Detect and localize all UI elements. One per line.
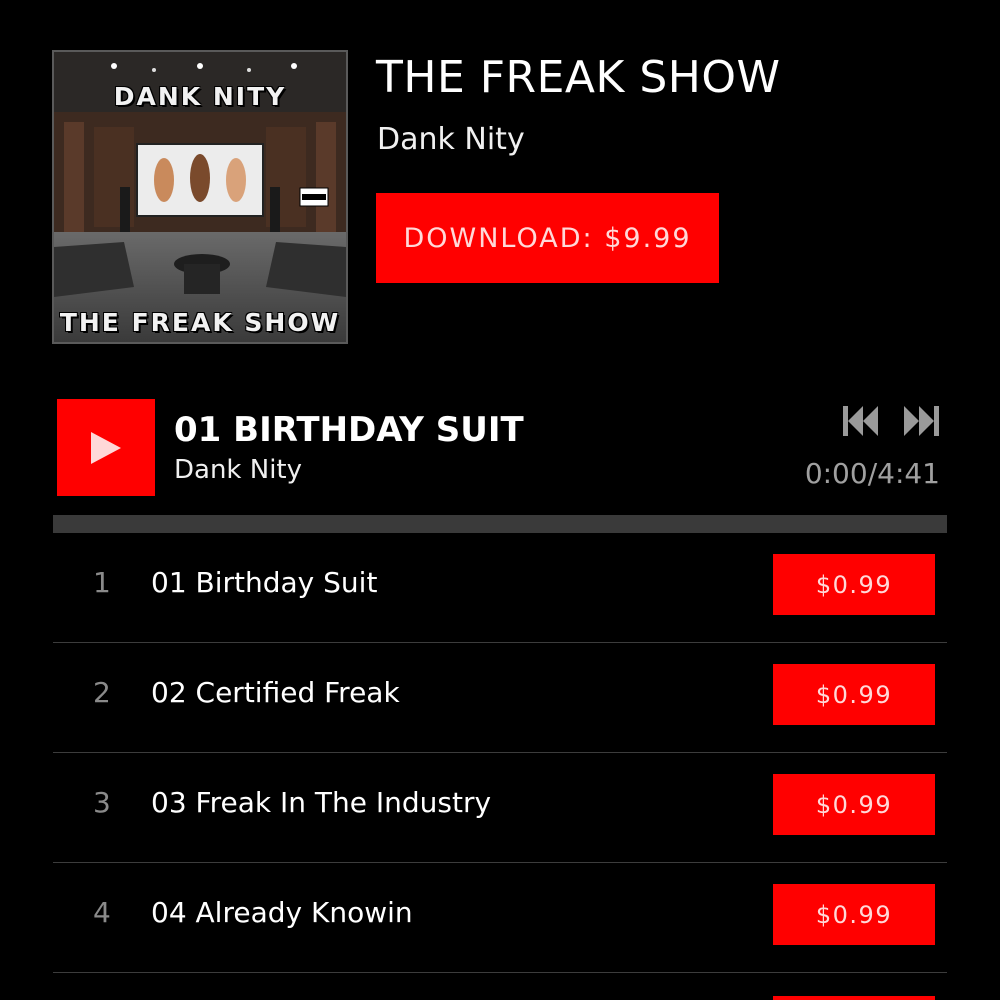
buy-track-button-partial[interactable] (773, 996, 935, 1000)
track-number: 3 (93, 786, 111, 819)
cover-artist-text: DANK NITY (113, 82, 287, 111)
track-number: 4 (93, 896, 111, 929)
now-playing-artist: Dank Nity (174, 455, 303, 485)
track-number: 1 (93, 566, 111, 599)
now-playing-title: 01 BIRTHDAY SUIT (174, 410, 524, 450)
track-title[interactable]: 03 Freak In The Industry (151, 786, 491, 819)
previous-track-button[interactable] (843, 404, 879, 438)
album-title: THE FREAK SHOW (376, 52, 781, 103)
download-album-button[interactable]: DOWNLOAD: $9.99 (376, 193, 719, 283)
track-number: 2 (93, 676, 111, 709)
album-page: DANK NITY THE FREAK SHOW THE FREAK SHOW … (0, 0, 1000, 1000)
progress-bar[interactable] (53, 515, 947, 533)
track-list: 1 01 Birthday Suit $0.99 2 02 Certified … (53, 533, 947, 973)
track-row: 3 03 Freak In The Industry $0.99 (53, 753, 947, 863)
album-cover-image: DANK NITY THE FREAK SHOW (52, 50, 348, 344)
play-button[interactable] (57, 399, 155, 496)
skip-previous-icon (843, 406, 878, 436)
track-title[interactable]: 04 Already Knowin (151, 896, 413, 929)
track-title[interactable]: 02 Certified Freak (151, 676, 400, 709)
play-icon (91, 431, 121, 464)
buy-track-button[interactable]: $0.99 (773, 554, 935, 615)
playback-time: 0:00/4:41 (804, 457, 940, 490)
track-row: 2 02 Certified Freak $0.99 (53, 643, 947, 753)
skip-next-icon (904, 406, 939, 436)
track-row: 1 01 Birthday Suit $0.99 (53, 533, 947, 643)
album-artist: Dank Nity (377, 122, 525, 157)
buy-track-button[interactable]: $0.99 (773, 774, 935, 835)
cover-title-text: THE FREAK SHOW (59, 308, 341, 337)
next-track-button[interactable] (903, 404, 939, 438)
buy-track-button[interactable]: $0.99 (773, 664, 935, 725)
track-row: 4 04 Already Knowin $0.99 (53, 863, 947, 973)
track-title[interactable]: 01 Birthday Suit (151, 566, 377, 599)
buy-track-button[interactable]: $0.99 (773, 884, 935, 945)
